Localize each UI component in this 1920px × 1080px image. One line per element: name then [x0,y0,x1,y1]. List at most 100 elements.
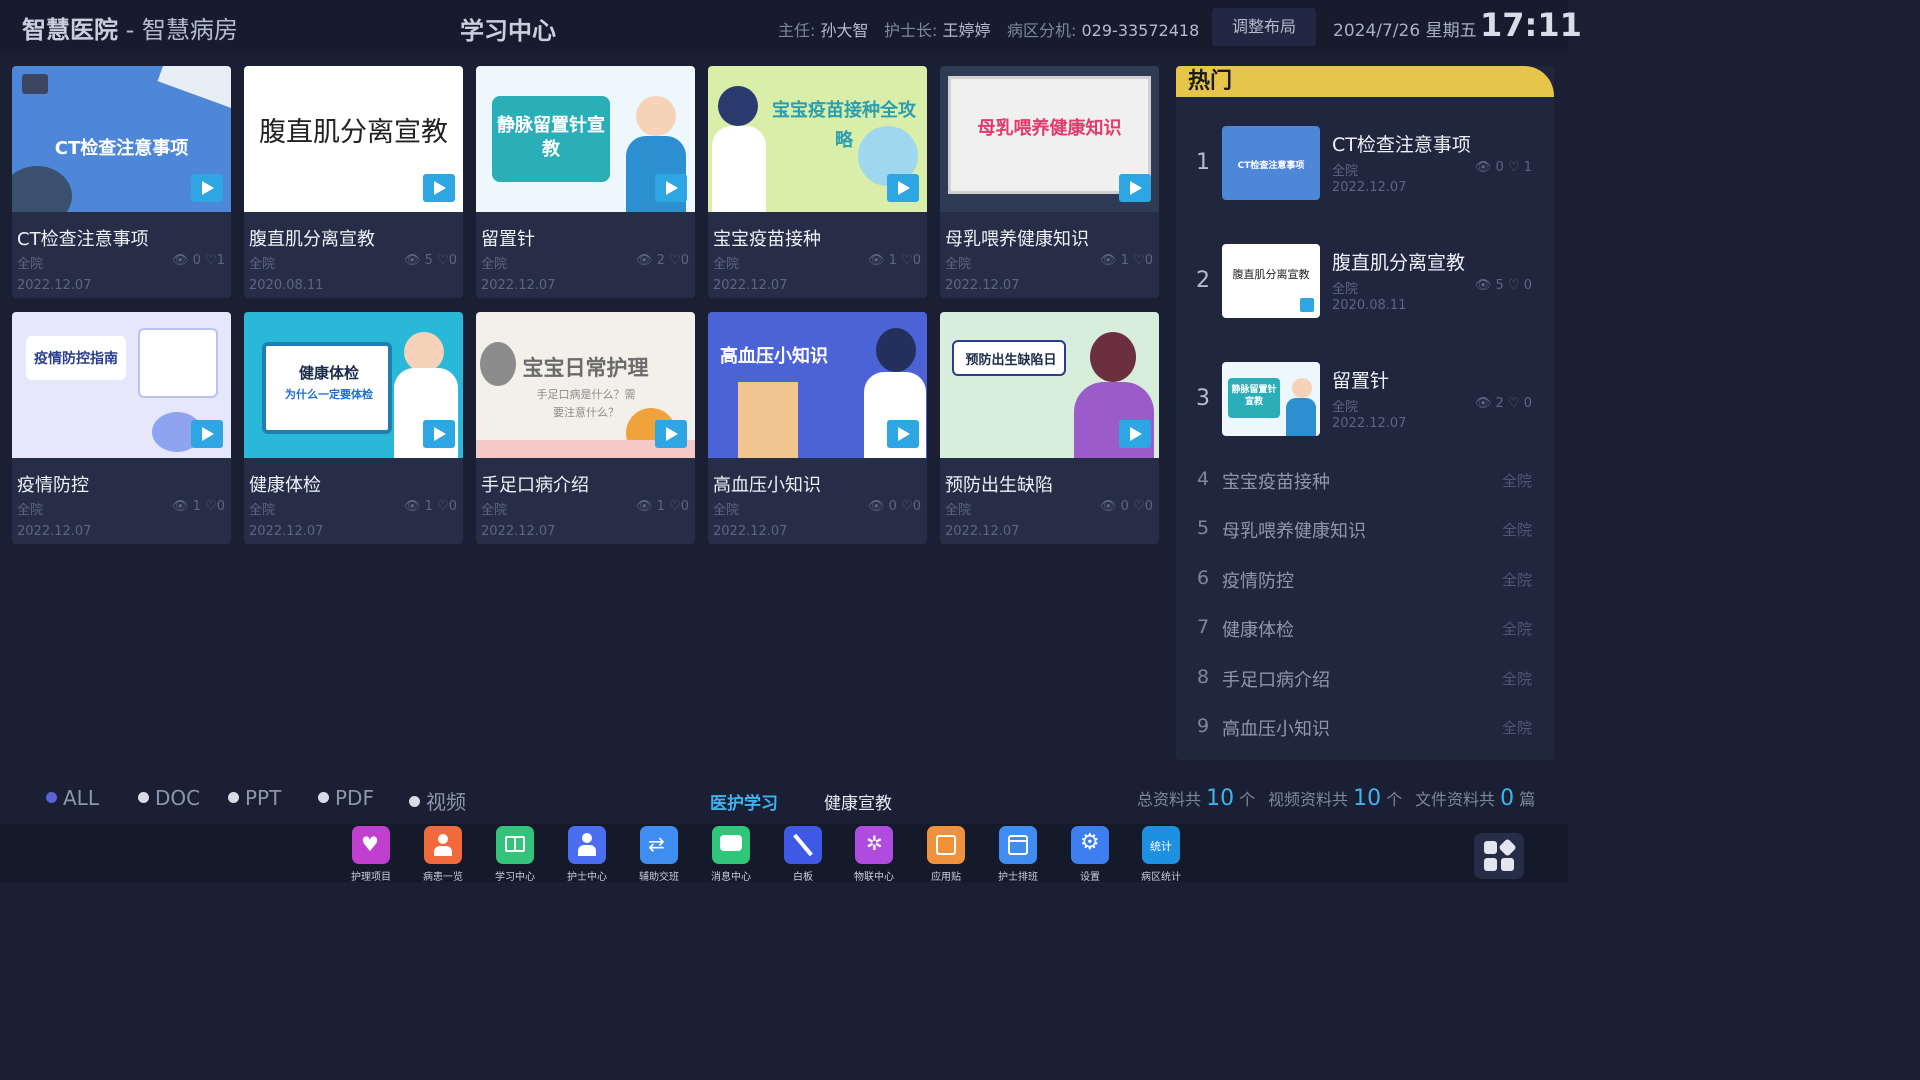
hot-thumbnail: 腹直肌分离宣教 [1222,244,1320,318]
dock-label: 护士排班 [998,872,1038,883]
tab-medical-learning[interactable]: 医护学习 [710,789,778,814]
dock-nurse-schedule[interactable]: 护士排班 [986,826,1050,883]
material-card[interactable]: 腹直肌分离宣教 腹直肌分离宣教 全院 👁 5 ♡0 2020.08.11 [244,66,463,298]
eye-icon: 👁 [867,499,885,514]
hot-list-item[interactable]: 5 母乳喂养健康知识 全院 [1176,515,1554,545]
card-scope: 全院 [17,503,44,518]
thumbnail-title: 健康体检 [298,364,359,382]
material-card[interactable]: 宝宝日常护理 手足口病是什么？需要注意什么？ 手足口病介绍 全院 👁 1 ♡0 … [476,312,695,544]
thumbnail-title: 疫情防控指南 [34,351,118,367]
hot-item-scope: 全院 [1501,620,1532,638]
like-count: 0 [448,253,457,268]
material-card[interactable]: CT检查注意事项 CT检查注意事项 全院 👁 0 ♡1 2022.12.07 [12,66,231,298]
hot-item-date: 2022.12.07 [1332,416,1407,431]
summary-label: 视频资料共 [1268,790,1349,809]
like-count: 0 [1144,499,1153,514]
dock-nursing-items[interactable]: ♥ 护理项目 [339,826,403,883]
play-icon[interactable] [887,174,919,202]
like-count: 0 [1523,396,1532,411]
swap-icon: ⇄ [640,826,678,864]
eye-icon: 👁 [171,499,189,514]
like-count: 0 [680,253,689,268]
filter-ppt[interactable]: PPT [228,786,281,810]
hot-rank: 7 [1197,616,1210,638]
hot-item-scope: 全院 [1501,571,1532,589]
thumbnail-title: 预防出生缺陷日 [965,353,1057,368]
hot-list-item[interactable]: 9 高血压小知识 全院 [1176,713,1554,743]
eye-icon: 👁 [635,253,653,268]
radio-dot-icon [228,792,239,803]
hot-item-scope: 全院 [1332,164,1359,179]
card-date: 2022.12.07 [249,524,324,539]
filter-video[interactable]: 视频 [409,786,466,815]
filter-doc[interactable]: DOC [138,786,200,810]
extension-number: 029-33572418 [1081,21,1200,40]
filter-all[interactable]: ALL [46,786,99,810]
hot-thumbnail-title: CT检查注意事项 [1237,161,1305,171]
thumbnail-title: 母乳喂养健康知识 [977,118,1122,139]
thumbnail-title: CT检查注意事项 [54,138,189,159]
material-card[interactable]: 高血压小知识 高血压小知识 全院 👁 0 ♡0 2022.12.07 [708,312,927,544]
hot-list-item[interactable]: 6 疫情防控 全院 [1176,565,1554,595]
eye-icon: 👁 [635,499,653,514]
dock-settings[interactable]: ⚙ 设置 [1058,826,1122,883]
like-count: 0 [448,499,457,514]
hot-item-top[interactable]: 3 静脉留置针宣教 留置针 全院 👁 2 ♡ 0 2022.12.07 [1176,362,1554,442]
dock-iot-center[interactable]: ✲ 物联中心 [842,826,906,883]
radio-dot-icon [46,792,57,803]
bottom-dock: ♥ 护理项目 病患一览 学习中心 护士中心 ⇄ 辅助交班 消息中心 白板 ✲ 物联中心… [0,824,1568,883]
book-icon [496,826,534,864]
tab-health-education[interactable]: 健康宣教 [824,789,892,814]
like-count: 0 [912,253,921,268]
material-card[interactable]: 静脉留置针宣教 留置针 全院 👁 2 ♡0 2022.12.07 [476,66,695,298]
radio-dot-icon [409,796,420,807]
hot-list-item[interactable]: 4 宝宝疫苗接种 全院 [1176,466,1554,496]
view-count: 0 [192,253,201,268]
play-icon[interactable] [191,420,223,448]
hot-item-title: 腹直肌分离宣教 [1332,252,1466,274]
card-scope: 全院 [17,257,44,272]
material-card[interactable]: 母乳喂养健康知识 母乳喂养健康知识 全院 👁 1 ♡0 2022.12.07 [940,66,1159,298]
dock-handover[interactable]: ⇄ 辅助交班 [627,826,691,883]
play-icon[interactable] [423,174,455,202]
dock-app-stickers[interactable]: 应用贴 [914,826,978,883]
dock-patient-overview[interactable]: 病患一览 [411,826,475,883]
material-card[interactable]: 健康体检 为什么一定要体检 健康体检 全院 👁 1 ♡0 2022.12.07 [244,312,463,544]
card-title: 疫情防控 [17,475,89,496]
dock-learning-center[interactable]: 学习中心 [483,826,547,883]
hot-item-top[interactable]: 2 腹直肌分离宣教 腹直肌分离宣教 全院 👁 5 ♡ 0 2020.08.11 [1176,244,1554,324]
dock-message-center[interactable]: 消息中心 [699,826,763,883]
play-icon[interactable] [1119,174,1151,202]
material-card[interactable]: 疫情防控指南 疫情防控 全院 👁 1 ♡0 2022.12.07 [12,312,231,544]
hospital-brand: 智慧医院 - 智慧病房 [22,10,238,45]
play-icon[interactable] [655,174,687,202]
hot-list-item[interactable]: 8 手足口病介绍 全院 [1176,664,1554,694]
play-icon[interactable] [655,420,687,448]
hot-item-top[interactable]: 1 CT检查注意事项 CT检查注意事项 全院 👁 0 ♡ 1 2022.12.0… [1176,126,1554,206]
hot-item-date: 2020.08.11 [1332,298,1407,313]
radio-dot-icon [318,792,329,803]
view-count: 1 [192,499,201,514]
current-date: 2024/7/26 星期五 [1333,21,1477,41]
grid-cell-icon [1498,838,1517,857]
card-thumbnail: 疫情防控指南 [12,312,231,458]
play-icon[interactable] [887,420,919,448]
hot-list-item[interactable]: 7 健康体检 全院 [1176,614,1554,644]
play-icon[interactable] [423,420,455,448]
adjust-layout-button[interactable]: 调整布局 [1212,8,1316,46]
play-icon[interactable] [1119,420,1151,448]
card-thumbnail: 腹直肌分离宣教 [244,66,463,212]
all-apps-button[interactable] [1474,833,1524,879]
app-card-icon [927,826,965,864]
card-thumbnail: 静脉留置针宣教 [476,66,695,212]
play-icon [1300,298,1314,312]
dock-whiteboard[interactable]: 白板 [771,826,835,883]
play-icon[interactable] [191,174,223,202]
dock-nurse-center[interactable]: 护士中心 [555,826,619,883]
material-card[interactable]: 预防出生缺陷日 预防出生缺陷 全院 👁 0 ♡0 2022.12.07 [940,312,1159,544]
summary-unit: 个 [1386,790,1403,809]
dock-ward-statistics[interactable]: 统计 病区统计 [1129,826,1193,883]
hot-rank: 2 [1196,268,1210,293]
material-card[interactable]: 宝宝疫苗接种全攻略 宝宝疫苗接种 全院 👁 1 ♡0 2022.12.07 [708,66,927,298]
filter-pdf[interactable]: PDF [318,786,374,810]
